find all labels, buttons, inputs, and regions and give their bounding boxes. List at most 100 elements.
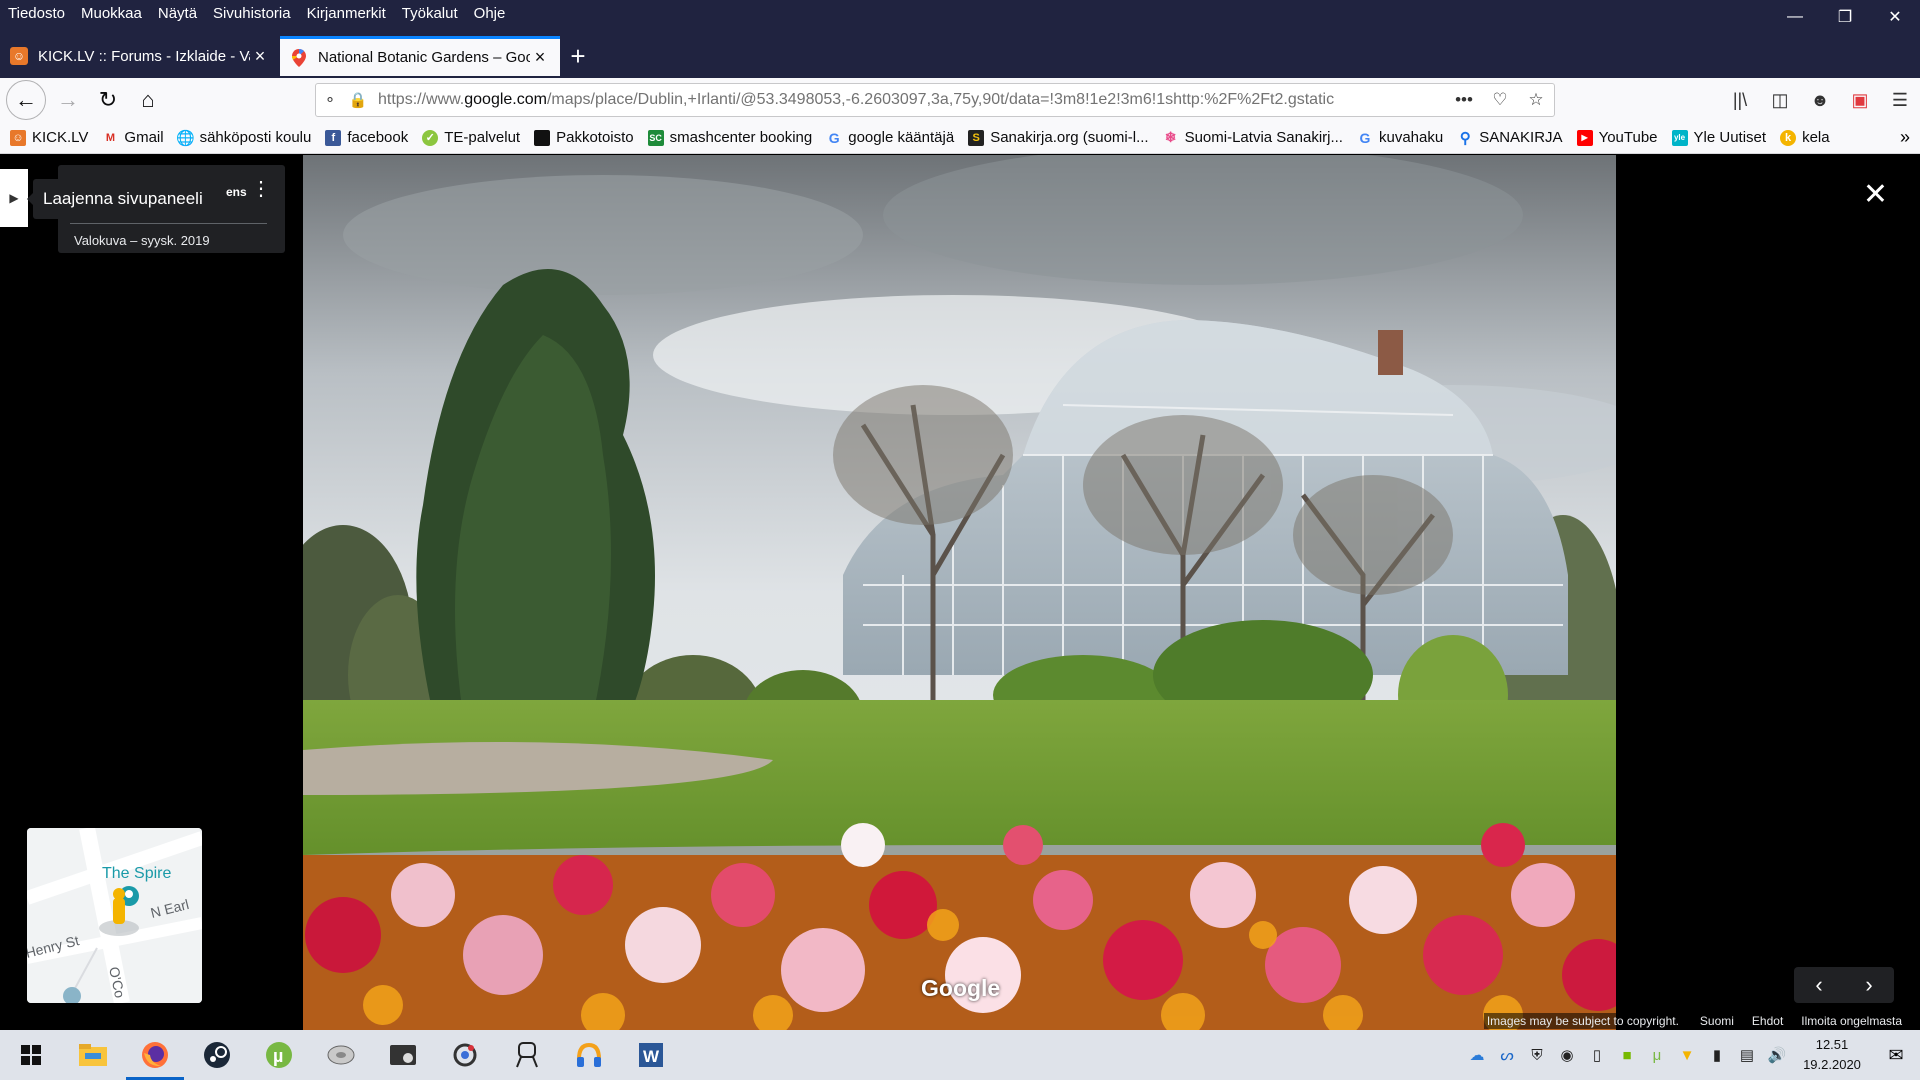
bookmark-label: smashcenter booking [669, 129, 813, 146]
tab-kick[interactable]: ☺ KICK.LV :: Forums - Izklaide - Va × [0, 36, 280, 76]
bookmark-sanakirja-org[interactable]: S Sanakirja.org (suomi-l... [968, 129, 1149, 146]
bookmark-suomi-latvia[interactable]: ❄ Suomi-Latvia Sanakirj... [1163, 129, 1343, 146]
close-window-button[interactable]: ✕ [1870, 0, 1920, 34]
taskbar-steam[interactable] [186, 1030, 248, 1080]
character-icon [516, 1042, 538, 1068]
home-button[interactable]: ⌂ [130, 82, 166, 118]
battery-icon[interactable]: ▮ [1702, 1046, 1732, 1064]
toolbar-right: ||\ ◫ ☻ ▣ ☰ [1720, 78, 1920, 122]
menu-tools[interactable]: Työkalut [402, 5, 458, 22]
bookmark-youtube[interactable]: ▶ YouTube [1576, 129, 1658, 146]
bookmark-kela[interactable]: k kela [1780, 129, 1830, 146]
onedrive-icon[interactable]: ☁ [1462, 1046, 1492, 1064]
pocket-icon[interactable]: ♡ [1482, 90, 1518, 110]
bookmark-label: KICK.LV [32, 129, 89, 146]
forward-button[interactable]: → [50, 82, 86, 118]
notifications-icon[interactable]: ✉ [1872, 1045, 1920, 1066]
menu-edit[interactable]: Muokkaa [81, 5, 142, 22]
bluetooth-icon[interactable]: ᔕ [1492, 1046, 1522, 1064]
close-viewer-icon[interactable]: ✕ [1863, 177, 1888, 212]
menu-help[interactable]: Ohje [474, 5, 506, 22]
reload-button[interactable]: ↻ [90, 82, 126, 118]
clock[interactable]: 12.51 19.2.2020 [1792, 1035, 1872, 1075]
viewer-footer: Images may be subject to copyright. Suom… [1483, 1013, 1902, 1029]
sanakirja-icon: S [968, 129, 985, 146]
bookmark-school-email[interactable]: 🌐 sähköposti koulu [176, 129, 311, 147]
disc-drive-icon [327, 1045, 355, 1065]
tab-botanic-gardens[interactable]: National Botanic Gardens – Goo × [280, 36, 560, 76]
bookmark-label: TE-palvelut [444, 129, 521, 146]
minimize-button[interactable]: — [1770, 0, 1820, 34]
yle-icon: yle [1671, 129, 1688, 146]
smashcenter-icon: SC [647, 129, 664, 146]
menu-history[interactable]: Sivuhistoria [213, 5, 291, 22]
maps-pin-icon [290, 48, 308, 67]
bookmark-te-palvelut[interactable]: ✓ TE-palvelut [422, 129, 520, 146]
taskbar-app-settings[interactable] [434, 1030, 496, 1080]
headphones-icon [577, 1042, 601, 1067]
back-button[interactable]: ← [6, 80, 46, 120]
url-text[interactable]: https://www.google.com/maps/place/Dublin… [372, 91, 1446, 109]
bookmark-gmail[interactable]: M Gmail [102, 129, 164, 146]
steam-tray-icon[interactable]: ◉ [1552, 1046, 1582, 1064]
library-icon[interactable]: ||\ [1720, 90, 1760, 111]
bookmark-pakkotoisto[interactable]: Pakkotoisto [534, 129, 634, 146]
sidebar-icon[interactable]: ◫ [1760, 90, 1800, 111]
pocket-toolbar-icon[interactable]: ▣ [1840, 90, 1880, 111]
bookmarks-overflow-icon[interactable]: » [1900, 127, 1910, 148]
page-actions-icon[interactable]: ••• [1446, 90, 1482, 110]
volume-icon[interactable]: 🔊 [1762, 1046, 1792, 1064]
usb-icon[interactable]: ▯ [1582, 1046, 1612, 1064]
utorrent-tray-icon[interactable]: μ [1642, 1047, 1672, 1064]
copyright-notice: Images may be subject to copyright. [1483, 1013, 1682, 1029]
report-problem-link[interactable]: Ilmoita ongelmasta [1801, 1014, 1902, 1028]
taskbar: µ W ☁ ᔕ ⛨ ◉ ▯ ■ μ ▼ ▮ ▤ 🔊 12.51 19.2.202… [0, 1030, 1920, 1080]
bookmark-sanakirja[interactable]: ⚲ SANAKIRJA [1457, 129, 1563, 147]
globe-icon: 🌐 [176, 129, 195, 147]
taskbar-app-disc[interactable] [310, 1030, 372, 1080]
bookmark-google-translate[interactable]: Ggoogle kääntäjä [826, 129, 954, 146]
bookmark-label: kela [1802, 129, 1830, 146]
nvidia-icon[interactable]: ■ [1612, 1047, 1642, 1064]
bookmark-facebook[interactable]: f facebook [325, 129, 408, 146]
bookmark-yle-uutiset[interactable]: yle Yle Uutiset [1671, 129, 1766, 146]
hamburger-menu-icon[interactable]: ☰ [1880, 90, 1920, 111]
menu-file[interactable]: Tiedosto [8, 5, 65, 22]
app-tray-icon[interactable]: ▼ [1672, 1047, 1702, 1064]
new-tab-button[interactable]: + [560, 36, 596, 76]
start-button[interactable] [0, 1030, 62, 1080]
taskbar-app-media[interactable] [372, 1030, 434, 1080]
taskbar-utorrent[interactable]: µ [248, 1030, 310, 1080]
photo-pager: ‹ › [1794, 967, 1894, 1003]
bookmark-smashcenter[interactable]: SC smashcenter booking [647, 129, 813, 146]
menu-bookmarks[interactable]: Kirjanmerkit [307, 5, 386, 22]
taskbar-app-character[interactable] [496, 1030, 558, 1080]
language-link[interactable]: Suomi [1700, 1014, 1734, 1028]
bookmark-kuvahaku[interactable]: Gkuvahaku [1357, 129, 1444, 146]
botanic-gardens-photo[interactable]: Google [303, 155, 1616, 1030]
more-options-icon[interactable]: ⋮ [251, 179, 271, 199]
terms-link[interactable]: Ehdot [1752, 1014, 1783, 1028]
taskbar-firefox[interactable] [124, 1030, 186, 1080]
lock-warning-icon[interactable]: 🔒 [344, 91, 372, 109]
previous-photo-button[interactable]: ‹ [1794, 967, 1844, 1003]
taskbar-word[interactable]: W [620, 1030, 682, 1080]
place-name[interactable]: ens [226, 185, 247, 199]
minimap[interactable]: The Spire N Earl Henry St O'Co [27, 828, 202, 1003]
menu-view[interactable]: Näytä [158, 5, 197, 22]
windows-icon [21, 1045, 41, 1065]
account-icon[interactable]: ☻ [1800, 90, 1840, 111]
bookmark-kick[interactable]: ☺ KICK.LV [10, 129, 88, 146]
close-tab-icon[interactable]: × [530, 47, 550, 68]
network-icon[interactable]: ▤ [1732, 1046, 1762, 1064]
defender-shield-icon[interactable]: ⛨ [1522, 1047, 1552, 1064]
expand-side-panel-button[interactable]: ▶ [0, 169, 28, 227]
taskbar-file-explorer[interactable] [62, 1030, 124, 1080]
bookmark-star-icon[interactable]: ☆ [1518, 90, 1554, 110]
url-bar[interactable]: ⚬ 🔒 https://www.google.com/maps/place/Du… [315, 83, 1555, 117]
tracking-shield-icon[interactable]: ⚬ [316, 91, 344, 109]
next-photo-button[interactable]: › [1844, 967, 1894, 1003]
taskbar-app-audio[interactable] [558, 1030, 620, 1080]
restore-button[interactable]: ❐ [1820, 0, 1870, 34]
close-tab-icon[interactable]: × [250, 46, 270, 67]
